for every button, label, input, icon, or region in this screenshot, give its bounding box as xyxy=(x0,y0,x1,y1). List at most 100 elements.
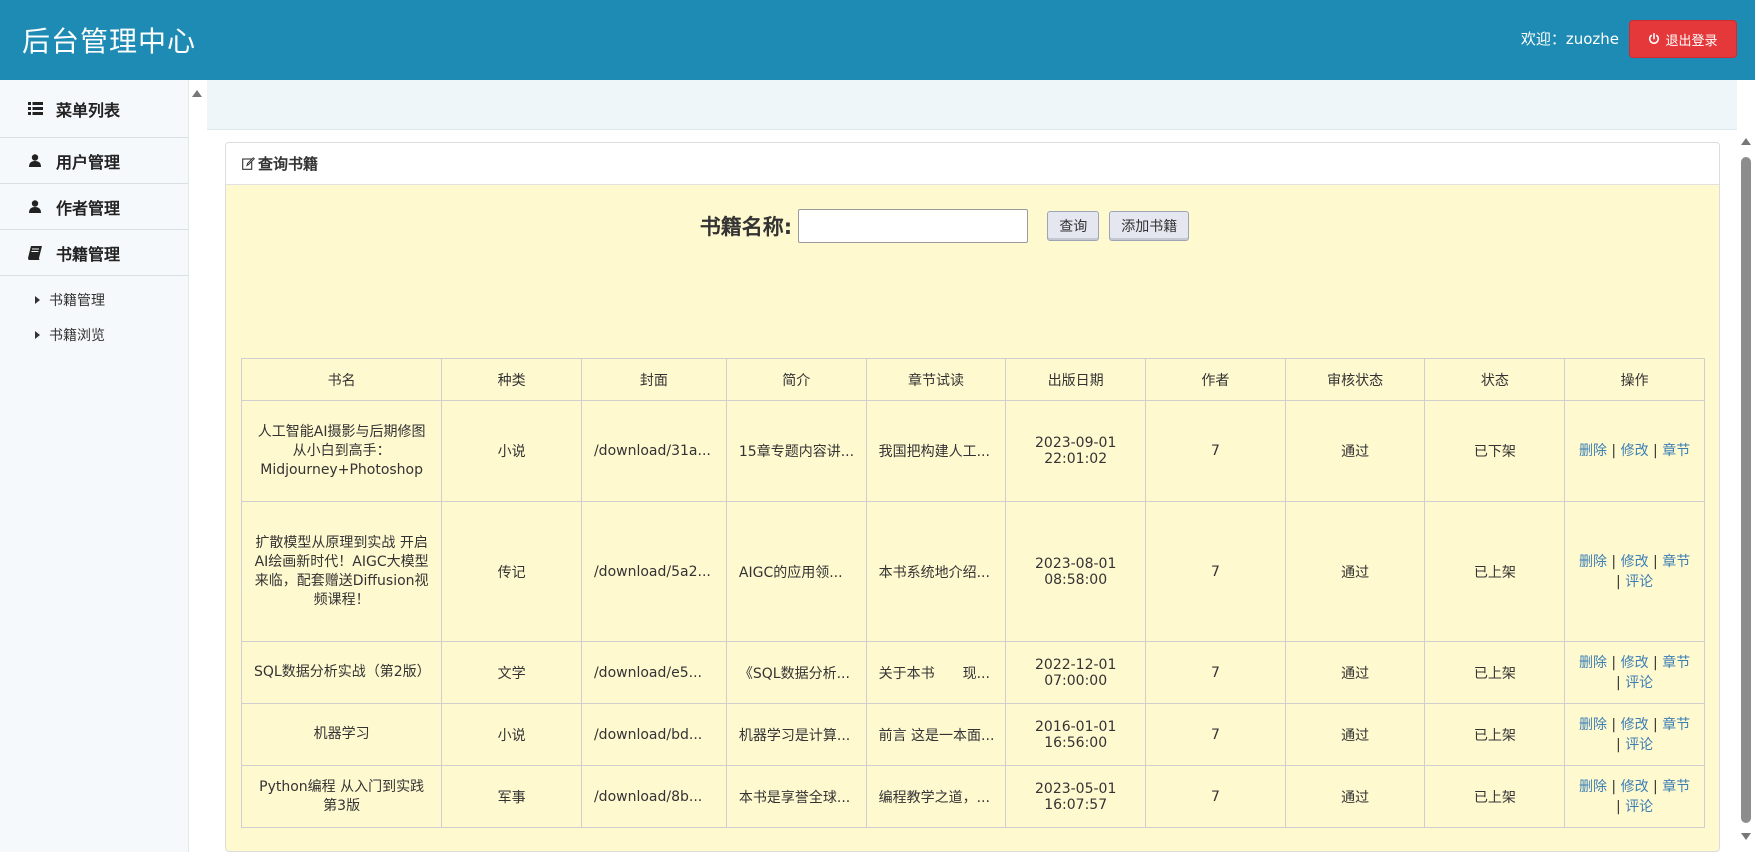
main-top-bar xyxy=(207,80,1737,130)
delete-link[interactable]: 删除 xyxy=(1579,779,1607,795)
chapter-preview-cell: 前言 这是一本面... xyxy=(865,703,1007,766)
review-status-cell: 通过 xyxy=(1284,641,1426,704)
cover-cell: /download/8b... xyxy=(580,765,727,828)
column-header: 章节试读 xyxy=(865,358,1007,401)
operations-cell: 删除 | 修改 | 章节 | 评论 xyxy=(1564,641,1705,704)
caret-right-icon xyxy=(35,295,40,304)
author-cell: 7 xyxy=(1145,641,1286,704)
column-header: 审核状态 xyxy=(1284,358,1426,401)
sidebar-subitem-label: 书籍管理 xyxy=(49,292,105,309)
author-cell: 7 xyxy=(1145,400,1286,502)
edit-link[interactable]: 修改 xyxy=(1621,717,1649,733)
cover-cell: /download/5a2... xyxy=(580,501,727,642)
review-status-cell: 通过 xyxy=(1284,765,1426,828)
main-content: 查询书籍 书籍名称: 查询 添加书籍 书名 种类 封面 简介 章节试读 出版日期… xyxy=(207,130,1737,852)
publish-date-cell: 2022-12-01 07:00:00 xyxy=(1005,641,1147,704)
sidebar-scrollbar[interactable] xyxy=(189,80,205,852)
publish-date: 2022-12-01 xyxy=(1035,656,1117,673)
top-header: 后台管理中心 欢迎：zuozhe 退出登录 xyxy=(0,0,1755,80)
sidebar-item-label: 作者管理 xyxy=(56,198,121,218)
intro-cell: 本书是享誉全球... xyxy=(725,765,867,828)
category-cell: 传记 xyxy=(441,501,582,642)
column-header: 简介 xyxy=(725,358,867,401)
table-row: 人工智能AI摄影与后期修图从小白到高手：Midjourney+Photoshop… xyxy=(240,400,1705,502)
delete-link[interactable]: 删除 xyxy=(1579,443,1607,459)
sidebar-subitem-label: 书籍浏览 xyxy=(49,327,105,344)
comment-link[interactable]: 评论 xyxy=(1625,675,1653,691)
sidebar-subitem-book-browse[interactable]: 书籍浏览 xyxy=(0,317,188,352)
sidebar-item-books[interactable]: 书籍管理 xyxy=(0,230,188,276)
category-cell: 小说 xyxy=(441,400,582,502)
publish-time: 16:07:57 xyxy=(1044,796,1108,813)
scrollbar-thumb[interactable] xyxy=(1741,157,1751,823)
author-cell: 7 xyxy=(1145,501,1286,642)
delete-link[interactable]: 删除 xyxy=(1579,554,1607,570)
status-cell: 已上架 xyxy=(1424,765,1566,828)
sidebar-menu-title: 菜单列表 xyxy=(0,80,188,138)
sidebar-item-authors[interactable]: 作者管理 xyxy=(0,184,188,230)
table-header-row: 书名 种类 封面 简介 章节试读 出版日期 作者 审核状态 状态 操作 xyxy=(240,358,1705,401)
edit-link[interactable]: 修改 xyxy=(1621,779,1649,795)
book-name-cell: Python编程 从入门到实践 第3版 xyxy=(240,765,443,828)
edit-link[interactable]: 修改 xyxy=(1621,655,1649,671)
search-label: 书籍名称: xyxy=(699,215,793,239)
sidebar-item-label: 书籍管理 xyxy=(56,244,121,264)
publish-date: 2016-01-01 xyxy=(1035,718,1117,735)
sidebar-item-users[interactable]: 用户管理 xyxy=(0,138,188,184)
delete-link[interactable]: 删除 xyxy=(1579,717,1607,733)
comment-link[interactable]: 评论 xyxy=(1625,799,1653,815)
scroll-up-icon[interactable] xyxy=(192,90,202,97)
comment-link[interactable]: 评论 xyxy=(1625,574,1653,590)
book-name-cell: 扩散模型从原理到实战 开启AI绘画新时代！AIGC大模型来临，配套赠送Diffu… xyxy=(240,501,443,642)
publish-time: 22:01:02 xyxy=(1044,451,1108,467)
book-name-input[interactable] xyxy=(798,209,1029,243)
sidebar-menu-title-label: 菜单列表 xyxy=(56,100,121,120)
chapter-link[interactable]: 章节 xyxy=(1662,554,1690,570)
add-book-button[interactable]: 添加书籍 xyxy=(1109,211,1190,241)
chapter-preview-cell: 关于本书 现... xyxy=(865,641,1007,704)
column-header: 种类 xyxy=(441,358,582,401)
publish-time: 08:58:00 xyxy=(1044,571,1108,588)
book-name-cell: 人工智能AI摄影与后期修图从小白到高手：Midjourney+Photoshop xyxy=(240,400,443,502)
intro-cell: 《SQL数据分析... xyxy=(725,641,867,704)
main-area: 查询书籍 书籍名称: 查询 添加书籍 书名 种类 封面 简介 章节试读 出版日期… xyxy=(207,80,1737,852)
operations-cell: 删除 | 修改 | 章节 | 评论 xyxy=(1564,703,1705,766)
sidebar-subitem-book-manage[interactable]: 书籍管理 xyxy=(0,282,188,317)
publish-date: 2023-08-01 xyxy=(1035,555,1117,572)
app-title: 后台管理中心 xyxy=(22,25,197,58)
search-row: 书籍名称: 查询 添加书籍 xyxy=(226,209,1719,243)
scroll-up-icon[interactable] xyxy=(1741,138,1751,145)
user-icon xyxy=(26,199,44,215)
table-row: Python编程 从入门到实践 第3版 军事 /download/8b... 本… xyxy=(240,765,1705,828)
chapter-link[interactable]: 章节 xyxy=(1662,443,1690,459)
edit-link[interactable]: 修改 xyxy=(1621,443,1649,459)
delete-link[interactable]: 删除 xyxy=(1579,655,1607,671)
chapter-link[interactable]: 章节 xyxy=(1662,717,1690,733)
chapter-preview-cell: 本书系统地介绍... xyxy=(865,501,1007,642)
chapter-link[interactable]: 章节 xyxy=(1662,779,1690,795)
panel-title: 查询书籍 xyxy=(258,155,319,173)
query-books-panel: 查询书籍 书籍名称: 查询 添加书籍 书名 种类 封面 简介 章节试读 出版日期… xyxy=(225,142,1720,852)
category-cell: 军事 xyxy=(441,765,582,828)
operations-cell: 删除 | 修改 | 章节 | 评论 xyxy=(1564,765,1705,828)
publish-time: 07:00:00 xyxy=(1044,672,1108,689)
status-cell: 已上架 xyxy=(1424,641,1566,704)
book-name-cell: 机器学习 xyxy=(240,703,443,766)
main-scrollbar[interactable] xyxy=(1737,130,1755,852)
edit-link[interactable]: 修改 xyxy=(1621,554,1649,570)
column-header: 书名 xyxy=(240,358,443,401)
cover-cell: /download/31a... xyxy=(580,400,727,502)
chapter-link[interactable]: 章节 xyxy=(1662,655,1690,671)
publish-date-cell: 2023-08-01 08:58:00 xyxy=(1005,501,1147,642)
logout-button[interactable]: 退出登录 xyxy=(1629,20,1737,58)
review-status-cell: 通过 xyxy=(1284,400,1426,502)
scroll-down-icon[interactable] xyxy=(1741,833,1751,840)
publish-date: 2023-09-01 xyxy=(1035,435,1117,451)
comment-link[interactable]: 评论 xyxy=(1625,737,1653,753)
power-icon xyxy=(1649,33,1660,44)
column-header: 作者 xyxy=(1145,358,1286,401)
publish-date-cell: 2023-09-01 22:01:02 xyxy=(1005,400,1147,502)
operations-cell: 删除 | 修改 | 章节 xyxy=(1564,400,1705,502)
author-cell: 7 xyxy=(1145,703,1286,766)
query-button[interactable]: 查询 xyxy=(1047,211,1100,241)
